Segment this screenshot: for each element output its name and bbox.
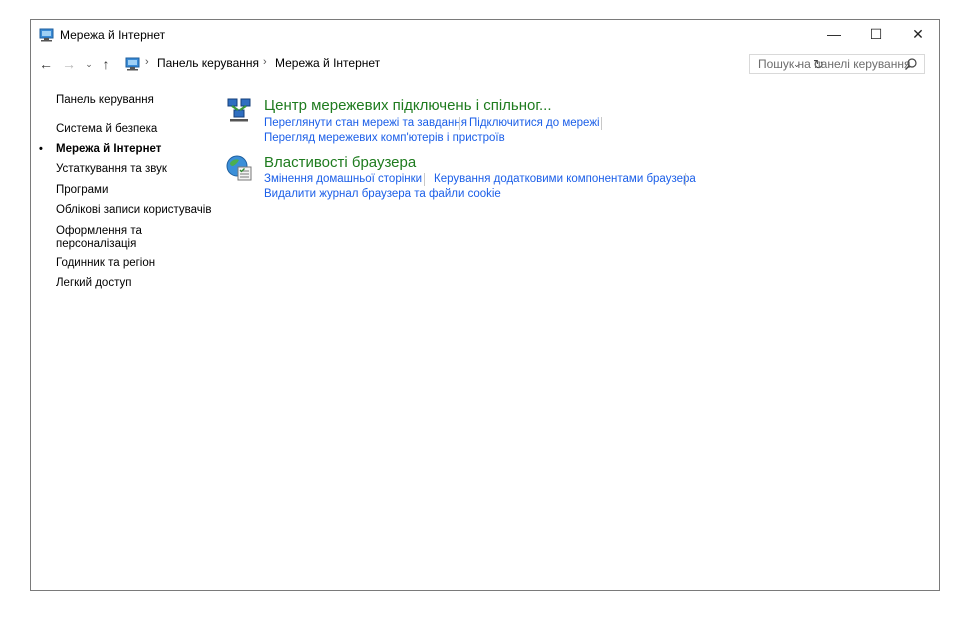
- link-connect-to-network[interactable]: Підключитися до мережі: [469, 117, 600, 129]
- title-bar: Мережа й Інтернет — ☐ ✕: [31, 20, 939, 50]
- link-divider: [459, 117, 460, 130]
- breadcrumb-network-internet[interactable]: Мережа й Інтернет: [275, 56, 380, 70]
- address-box[interactable]: › Панель керування › Мережа й Інтернет ⌄…: [121, 54, 824, 74]
- sidebar-item-appearance[interactable]: Оформлення та: [56, 225, 142, 238]
- close-button[interactable]: ✕: [897, 20, 939, 50]
- sidebar-item-control-panel[interactable]: Панель керування: [56, 94, 154, 107]
- sidebar-item-programs[interactable]: Програми: [56, 184, 108, 197]
- category-title-browser-properties[interactable]: Властивості браузера: [264, 154, 416, 171]
- sidebar-item-appearance-line2[interactable]: персоналізація: [56, 238, 136, 251]
- search-icon[interactable]: [904, 57, 918, 71]
- link-change-homepage[interactable]: Змінення домашньої сторінки: [264, 173, 422, 185]
- sidebar-item-clock-region[interactable]: Годинник та регіон: [56, 257, 155, 270]
- link-delete-browsing-history[interactable]: Видалити журнал браузера та файли cookie: [264, 188, 501, 200]
- control-panel-window: Мережа й Інтернет — ☐ ✕ ← → ⌄ ↑ › Панель…: [30, 19, 940, 591]
- search-input[interactable]: Пошук на панелі керування: [749, 54, 925, 74]
- control-panel-icon: [39, 28, 54, 42]
- breadcrumb-control-panel[interactable]: Панель керування: [157, 56, 259, 70]
- up-arrow-icon[interactable]: ↑: [98, 54, 114, 74]
- sidebar-item-ease-of-access[interactable]: Легкий доступ: [56, 277, 131, 290]
- sidebar-item-user-accounts[interactable]: Облікові записи користувачів: [56, 204, 211, 217]
- active-bullet-icon: •: [39, 143, 43, 155]
- search-placeholder: Пошук на панелі керування: [758, 57, 911, 71]
- sidebar-item-system-security[interactable]: Система й безпека: [56, 123, 157, 136]
- link-view-network-computers[interactable]: Перегляд мережевих комп'ютерів і пристро…: [264, 132, 505, 144]
- sidebar-item-hardware-sound[interactable]: Устаткування та звук: [56, 163, 167, 176]
- network-center-icon[interactable]: [225, 96, 253, 124]
- window-title: Мережа й Інтернет: [60, 28, 166, 42]
- link-divider: [424, 173, 425, 186]
- category-title-network-center[interactable]: Центр мережевих підключень і спільног...: [264, 97, 552, 114]
- address-bar-row: ← → ⌄ ↑ › Панель керування › Мережа й Ін…: [31, 51, 939, 77]
- link-view-network-status[interactable]: Переглянути стан мережі та завдання: [264, 117, 467, 129]
- forward-arrow-icon[interactable]: →: [61, 54, 77, 74]
- breadcrumb-chevron-icon[interactable]: ›: [145, 56, 149, 68]
- breadcrumb-chevron-icon[interactable]: ›: [263, 56, 267, 68]
- link-divider: [685, 173, 686, 186]
- sidebar-item-label: Мережа й Інтернет: [56, 143, 162, 155]
- link-divider: [601, 117, 602, 130]
- minimize-button[interactable]: —: [813, 20, 855, 50]
- control-panel-icon: [125, 57, 140, 71]
- back-arrow-icon[interactable]: ←: [38, 54, 54, 74]
- link-manage-addons[interactable]: Керування додатковими компонентами брауз…: [434, 173, 696, 185]
- internet-options-icon[interactable]: [225, 154, 253, 182]
- recent-locations-chevron-icon[interactable]: ⌄: [81, 54, 97, 74]
- sidebar-item-network-internet[interactable]: • Мережа й Інтернет: [39, 143, 162, 156]
- maximize-button[interactable]: ☐: [855, 20, 897, 50]
